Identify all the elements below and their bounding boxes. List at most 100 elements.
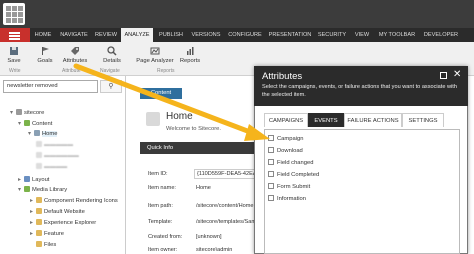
tree-item-content[interactable]: ▾ Content (18, 120, 52, 129)
search-icon[interactable]: ⚲ (100, 80, 122, 93)
field-value: /sitecore/content/Home (196, 203, 254, 209)
tree-item-blurred[interactable]: ▬▬▬▬▬▬ (36, 152, 79, 161)
tab-home[interactable]: HOME (31, 28, 55, 42)
tab-campaigns[interactable]: CAMPAIGNS (264, 113, 308, 127)
folder-icon (36, 219, 42, 225)
tab-publish[interactable]: PUBLISH (155, 28, 187, 42)
close-icon[interactable]: ✕ (453, 69, 461, 81)
reports-label: Reports (179, 58, 201, 64)
content-node-icon (24, 120, 30, 126)
tab-presentation[interactable]: PRESENTATION (267, 28, 313, 42)
group-navigate: Navigate (100, 68, 120, 74)
field-label: Created from: (148, 234, 183, 240)
page-icon (36, 152, 42, 158)
sitecore-node-icon (16, 109, 22, 115)
checkbox[interactable] (268, 135, 274, 141)
tab-events[interactable]: EVENTS (308, 113, 344, 127)
tree-item-sitecore[interactable]: ▾ sitecore (10, 109, 44, 118)
tab-analyze[interactable]: ANALYZE (121, 28, 153, 42)
page-analyzer-icon (150, 47, 160, 55)
flag-icon (42, 47, 49, 55)
magnifier-icon (107, 46, 117, 56)
maximize-icon[interactable] (440, 72, 447, 79)
tree-item-layout[interactable]: ▸ Layout (18, 176, 49, 185)
quick-info-header[interactable]: Quick Info (140, 142, 270, 154)
template-link[interactable]: /sitecore/templates/Sam (196, 218, 256, 227)
checkbox[interactable] (268, 171, 274, 177)
folder-icon (36, 241, 42, 247)
page-analyzer-button[interactable]: Page Analyzer (134, 46, 176, 68)
tree-item-media-library[interactable]: ▾ Media Library (18, 186, 67, 195)
field-label: Item name: (148, 185, 176, 191)
checkbox[interactable] (268, 183, 274, 189)
folder-icon (36, 230, 42, 236)
tab-navigate[interactable]: NAVIGATE (57, 28, 91, 42)
option-information[interactable]: Information (268, 195, 306, 204)
option-campaign[interactable]: Campaign (268, 135, 303, 144)
option-download[interactable]: Download (268, 147, 303, 156)
tab-security[interactable]: SECURITY (315, 28, 349, 42)
tree-item-blurred[interactable]: ▬▬▬▬ (36, 163, 67, 172)
field-value: sitecore\admin (196, 247, 233, 253)
group-attribute: Attribute (62, 68, 81, 74)
tab-configure[interactable]: CONFIGURE (225, 28, 265, 42)
tree-item-component-icons[interactable]: ▸ Component Rendering Icons (30, 197, 118, 206)
field-label: Item ID: (148, 171, 168, 177)
search-input[interactable]: newsletter removed (3, 80, 98, 93)
tree-item-blurred[interactable]: ▬▬▬▬▬ (36, 141, 73, 150)
attributes-label: Attributes (62, 58, 88, 64)
tab-developer[interactable]: DEVELOPER (421, 28, 461, 42)
reports-icon (187, 47, 194, 55)
option-field-changed[interactable]: Field changed (268, 159, 313, 168)
item-id-field[interactable]: {110D559F-DEA5-42EA-9 (194, 169, 256, 179)
checkbox[interactable] (268, 147, 274, 153)
checkbox[interactable] (268, 195, 274, 201)
group-write: Write (9, 68, 21, 74)
field-label: Template: (148, 219, 173, 225)
page-icon (36, 141, 42, 147)
goals-label: Goals (37, 58, 53, 64)
sitecore-content-editor: HOME NAVIGATE REVIEW ANALYZE PUBLISH VER… (0, 0, 474, 254)
attributes-button[interactable]: Attributes (60, 46, 90, 68)
tree-item-experience-explorer[interactable]: ▸ Experience Explorer (30, 219, 96, 228)
menu-icon[interactable] (0, 28, 30, 42)
tree-item-feature[interactable]: ▸ Feature (30, 230, 64, 239)
folder-icon (36, 208, 42, 214)
option-form-submit[interactable]: Form Submit (268, 183, 310, 192)
reports-button[interactable]: Reports (178, 46, 202, 68)
field-value: Home (196, 185, 211, 191)
details-label: Details (103, 58, 121, 64)
tab-failure-actions[interactable]: FAILURE ACTIONS (344, 113, 402, 127)
checkbox[interactable] (268, 159, 274, 165)
tab-my-toolbar[interactable]: MY TOOLBAR (375, 28, 419, 42)
item-page-icon (146, 112, 160, 126)
tree-item-default-website[interactable]: ▸ Default Website (30, 208, 85, 217)
save-button[interactable]: Save (5, 46, 23, 68)
field-label: Item path: (148, 203, 173, 209)
tree-item-files[interactable]: Files (30, 241, 56, 250)
field-value: [unknown] (196, 234, 222, 240)
folder-icon (36, 197, 42, 203)
tab-review[interactable]: REVIEW (93, 28, 119, 42)
layout-node-icon (24, 176, 30, 182)
tab-view[interactable]: VIEW (351, 28, 373, 42)
group-reports: Reports (157, 68, 175, 74)
dialog-description: Select the campaigns, events, or failure… (262, 84, 457, 98)
details-button[interactable]: Details (100, 46, 124, 68)
option-field-completed[interactable]: Field Completed (268, 171, 319, 180)
save-label: Save (7, 58, 21, 64)
goals-button[interactable]: Goals (35, 46, 55, 68)
field-label: Item owner: (148, 247, 178, 253)
top-bar (0, 0, 474, 28)
media-node-icon (24, 186, 30, 192)
save-icon (10, 47, 18, 55)
item-title: Home (166, 111, 193, 122)
tree-item-home[interactable]: ▾ Home (28, 130, 58, 139)
item-subtitle: Welcome to Sitecore. (166, 126, 221, 132)
sitecore-logo-icon[interactable] (3, 3, 25, 25)
tab-versions[interactable]: VERSIONS (189, 28, 223, 42)
tab-settings[interactable]: SETTINGS (402, 113, 444, 127)
home-node-icon (34, 130, 40, 136)
page-analyzer-label: Page Analyzer (136, 58, 174, 64)
tab-content[interactable]: Content (140, 88, 182, 99)
